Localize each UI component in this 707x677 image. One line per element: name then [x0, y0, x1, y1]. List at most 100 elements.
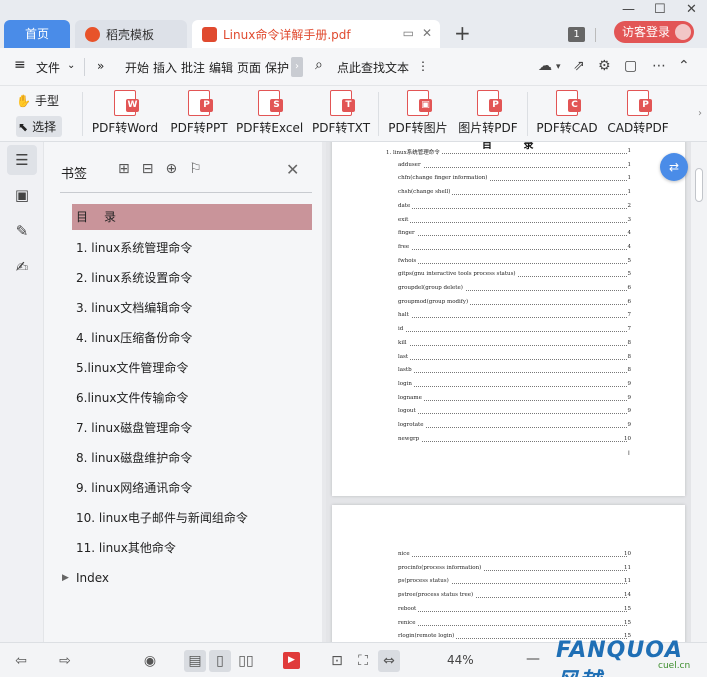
- bookmark-item[interactable]: 9. linux网络通讯命令: [72, 475, 312, 501]
- double-chevron-right-icon[interactable]: »: [97, 59, 104, 73]
- continuous-view-icon[interactable]: ▯: [209, 650, 231, 672]
- tab-home[interactable]: 首页: [4, 20, 70, 48]
- toc-entry[interactable]: nice 10: [332, 551, 685, 561]
- window-count-badge[interactable]: 1: [568, 27, 585, 42]
- maximize-button[interactable]: ☐: [654, 2, 666, 17]
- expand-arrow-icon[interactable]: ▶: [62, 573, 69, 583]
- pdf-to-ppt-button[interactable]: P PDF转PPT: [168, 86, 230, 142]
- bookmark-item[interactable]: 7. linux磁盘管理命令: [72, 415, 312, 441]
- select-tool-button[interactable]: ⬉ 选择: [16, 116, 63, 137]
- ribbon-scroll-right-icon[interactable]: ›: [695, 94, 705, 134]
- settings-gear-icon[interactable]: ⚙: [598, 58, 611, 74]
- bookmark-panel-icon[interactable]: ☰: [7, 145, 37, 175]
- toc-entry[interactable]: chsh(change shell) 1: [332, 189, 685, 199]
- actual-size-icon[interactable]: ⊡: [326, 650, 348, 672]
- toc-entry[interactable]: id 7: [332, 326, 685, 336]
- tab-template[interactable]: 稻壳模板: [75, 20, 187, 48]
- remove-bookmark-icon[interactable]: ⊟: [142, 161, 154, 177]
- fit-page-icon[interactable]: ⛶: [352, 650, 374, 672]
- toc-entry[interactable]: logname 9: [332, 394, 685, 405]
- toc-entry[interactable]: groupmod(group modify) 6: [332, 298, 685, 309]
- close-panel-icon[interactable]: ✕: [286, 160, 299, 179]
- single-page-view-icon[interactable]: ▤: [184, 650, 206, 672]
- pdf-to-excel-button[interactable]: S PDF转Excel: [236, 86, 303, 142]
- bookmark-item[interactable]: 11. linux其他命令: [72, 535, 312, 561]
- pdf-to-word-button[interactable]: W PDF转Word: [90, 86, 160, 142]
- toc-entry[interactable]: finger 4: [332, 230, 685, 240]
- zoom-out-icon[interactable]: —: [526, 651, 540, 667]
- pdf-to-image-button[interactable]: ▣ PDF转图片: [386, 86, 450, 142]
- toc-entry[interactable]: gitps(gnu interactive tools process stat…: [332, 271, 685, 281]
- pin-window-icon[interactable]: ▭: [403, 26, 414, 40]
- bookmark-item-index[interactable]: Index: [72, 565, 312, 591]
- menu-edit[interactable]: 编辑: [209, 59, 233, 76]
- bookmark-item[interactable]: 8. linux磁盘维护命令: [72, 445, 312, 471]
- toc-entry[interactable]: chfn(change finger information) 1: [332, 175, 685, 185]
- hand-tool-button[interactable]: ✋ 手型: [16, 92, 59, 109]
- close-tab-icon[interactable]: ✕: [422, 26, 432, 40]
- pdf-to-txt-button[interactable]: T PDF转TXT: [310, 86, 372, 142]
- toc-entry[interactable]: lastb 8: [332, 367, 685, 377]
- toc-entry[interactable]: logrotate 9: [332, 422, 685, 432]
- menu-file[interactable]: 文件: [36, 59, 60, 76]
- cad-to-pdf-button[interactable]: P CAD转PDF: [606, 86, 670, 142]
- chevron-down-icon[interactable]: ⌄: [67, 60, 75, 71]
- bookmark-item[interactable]: 6.linux文件传输命令: [72, 385, 312, 411]
- hamburger-icon[interactable]: ≡: [14, 57, 26, 73]
- bookmark-item[interactable]: 3. linux文档编辑命令: [72, 295, 312, 321]
- visitor-login-button[interactable]: 访客登录: [614, 21, 694, 43]
- bookmark-flag-icon[interactable]: ⚐: [189, 161, 202, 177]
- more-horizontal-icon[interactable]: ⋯: [652, 58, 666, 74]
- image-to-pdf-button[interactable]: P 图片转PDF: [456, 86, 520, 142]
- fit-width-icon[interactable]: ⇔: [378, 650, 400, 672]
- share-icon[interactable]: ⇗: [573, 58, 585, 74]
- toc-entry[interactable]: groupdel(group delete) 6: [332, 285, 685, 295]
- add-child-bookmark-icon[interactable]: ⊕: [165, 161, 177, 177]
- close-window-button[interactable]: ✕: [686, 2, 697, 17]
- search-text-button[interactable]: 点此查找文本: [337, 59, 409, 76]
- toc-entry[interactable]: kill 8: [332, 339, 685, 350]
- collapse-ribbon-icon[interactable]: ⌃: [678, 58, 690, 74]
- pdf-to-cad-button[interactable]: C PDF转CAD: [535, 86, 599, 142]
- bookmark-item[interactable]: 4. linux压缩备份命令: [72, 325, 312, 351]
- menu-page[interactable]: 页面: [237, 59, 261, 76]
- eye-protection-icon[interactable]: ◉: [139, 650, 161, 672]
- translate-float-icon[interactable]: ⇄: [660, 153, 688, 181]
- previous-view-icon[interactable]: ⇦: [10, 650, 32, 672]
- thumbnail-icon[interactable]: ▣: [7, 180, 37, 210]
- search-icon[interactable]: ⌕: [315, 57, 323, 73]
- signature-icon[interactable]: ✍: [7, 252, 37, 282]
- chevron-down-icon[interactable]: ▾: [556, 62, 561, 72]
- zoom-level[interactable]: 44%: [447, 653, 474, 667]
- new-tab-button[interactable]: +: [454, 22, 471, 44]
- menu-protect[interactable]: 保护: [265, 59, 289, 76]
- bookmark-item[interactable]: 5.linux文件管理命令: [72, 355, 312, 381]
- toc-entry[interactable]: procinfo(process information) 11: [332, 564, 685, 575]
- play-slideshow-icon[interactable]: ▶: [283, 652, 300, 669]
- toc-entry[interactable]: adduser 1: [332, 161, 685, 172]
- bookmark-item-toc[interactable]: 目 录: [72, 204, 312, 230]
- next-view-icon[interactable]: ⇨: [54, 650, 76, 672]
- toc-entry[interactable]: reboot 15: [332, 605, 685, 616]
- toc-entry[interactable]: ps(process status) 11: [332, 578, 685, 588]
- add-bookmark-icon[interactable]: ⊞: [118, 161, 130, 177]
- document-viewport[interactable]: 目 录 1. linux系统管理命令 1 adduser 1 chfn(change f…: [326, 142, 691, 642]
- menu-annotate[interactable]: 批注: [181, 59, 205, 76]
- toc-entry[interactable]: login 9: [332, 380, 685, 391]
- toc-entry[interactable]: newgrp 10: [332, 435, 685, 446]
- toc-entry[interactable]: renice 15: [332, 619, 685, 630]
- menu-start[interactable]: 开始: [125, 59, 149, 76]
- more-vertical-icon[interactable]: ⋮: [417, 59, 429, 73]
- scrollbar-thumb[interactable]: [695, 168, 703, 202]
- toc-entry[interactable]: logout 9: [332, 408, 685, 418]
- vertical-scrollbar[interactable]: [691, 142, 707, 642]
- bookmark-item[interactable]: 10. linux电子邮件与新闻组命令: [72, 505, 312, 531]
- toc-entry[interactable]: fwhois 5: [332, 257, 685, 268]
- toc-entry[interactable]: pstree(process status tree) 14: [332, 592, 685, 602]
- toc-entry[interactable]: exit 3: [332, 216, 685, 227]
- two-page-view-icon[interactable]: ▯▯: [235, 650, 257, 672]
- menu-insert[interactable]: 插入: [153, 59, 177, 76]
- menu-more-arrow-icon[interactable]: ›: [291, 57, 303, 77]
- toc-entry[interactable]: date 2: [332, 202, 685, 213]
- comment-icon[interactable]: ▢: [624, 58, 637, 74]
